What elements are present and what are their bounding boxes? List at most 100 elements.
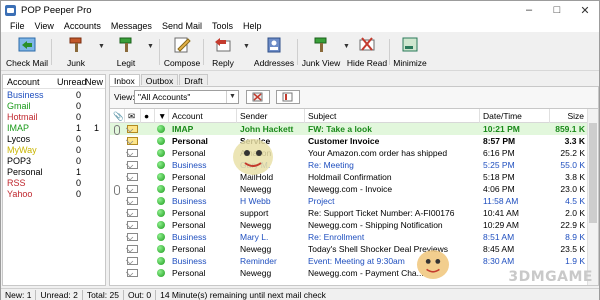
filter-edit-button[interactable] [276,90,300,104]
account-row[interactable]: Gmail 0 [3,100,105,111]
column-sender[interactable]: Sender [237,109,305,123]
message-subject: Project [308,196,335,206]
compose-button[interactable]: Compose [164,35,200,69]
message-sender: Reminder [240,256,277,266]
message-size: 22.9 K [560,220,585,230]
app-window: POP Peeper Pro – □ ✕ File View Accounts … [0,0,600,300]
message-subject: Your Amazon.com order has shipped [308,148,448,158]
message-date: 6:16 PM [483,148,515,158]
minimize-window-icon[interactable]: – [515,1,543,19]
legit-label: Legit [116,58,136,68]
message-date: 8:57 PM [483,136,516,146]
junk-view-label: Junk View [301,58,341,68]
envelope-icon [127,149,138,157]
account-row[interactable]: IMAP 1 1 [3,122,105,133]
menu-send-mail[interactable]: Send Mail [157,21,207,31]
message-row[interactable]: Personal support Re: Support Ticket Number… [110,207,588,219]
message-account: Business [172,256,207,266]
menu-file[interactable]: File [5,21,30,31]
maximize-window-icon[interactable]: □ [543,1,571,19]
envelope-icon [127,257,138,265]
message-size: 25.2 K [560,148,585,158]
attachment-column-icon[interactable]: 📎 [110,109,125,123]
account-row[interactable]: Business 0 [3,89,105,100]
hide-read-label: Hide Read [346,58,388,68]
column-subject[interactable]: Subject [305,109,480,123]
message-sender: Mary L. [240,232,269,242]
close-window-icon[interactable]: ✕ [571,1,599,19]
hide-read-icon [359,37,375,51]
junk-button[interactable]: Junk [63,35,89,69]
message-row[interactable]: Business Reminder Event: Meeting at 9:30am… [110,255,588,267]
message-size: 1.9 K [565,256,585,266]
account-row[interactable]: RSS 0 [3,177,105,188]
accounts-header: Account Unread New [3,75,105,89]
message-row[interactable]: PersonalAmazonYour Amazon.com order has … [110,147,588,159]
message-row[interactable]: PersonalServiceCustomer Invoice8:57 PM3.… [110,135,588,147]
message-row[interactable]: IMAP John Hackett FW: Take a look 10:21 PM 8… [110,123,588,135]
message-list: 📎 ✉ ● ▼ Account Sender Subject Date/Time… [109,108,599,286]
message-size: 23.5 K [560,244,585,254]
legit-button[interactable]: Legit [113,35,139,69]
message-row[interactable]: Personal Newegg Newegg.com - Invoice 4:06 P… [110,183,588,195]
message-row[interactable]: Personal Newegg Newegg.com - Shipping Noti… [110,219,588,231]
account-row[interactable]: Yahoo 0 [3,188,105,199]
menu-bar: File View Accounts Messages Send Mail To… [1,19,599,32]
account-row[interactable]: Lycos 0 [3,133,105,144]
tab-outbox[interactable]: Outbox [140,74,179,86]
account-name: RSS [7,177,26,188]
account-unread: 0 [75,177,81,188]
account-row[interactable]: POP3 0 [3,155,105,166]
column-size[interactable]: Size [550,109,588,123]
read-status-column-icon[interactable]: ✉ [125,109,141,123]
hide-read-button[interactable]: Hide Read [346,35,388,69]
column-date-time[interactable]: Date/Time [480,109,550,123]
message-subject: Newegg.com - Invoice [308,184,393,194]
account-row[interactable]: Hotmail 0 [3,111,105,122]
accounts-header-new[interactable]: New [85,77,103,87]
scrollbar-thumb[interactable] [589,123,597,223]
filter-clear-button[interactable] [246,90,270,104]
message-row[interactable]: BusinessGary M.Re: Meeting5:25 PM55.0 K [110,159,588,171]
message-sender: Newegg [240,268,272,278]
message-date: 4:06 PM [483,184,515,194]
menu-view[interactable]: View [30,21,59,31]
reply-dropdown-icon[interactable]: ▼ [243,43,250,50]
envelope-icon [127,125,138,133]
menu-messages[interactable]: Messages [106,21,157,31]
check-mail-button[interactable]: Check Mail [6,35,48,69]
junk-dropdown-icon[interactable]: ▼ [98,43,105,50]
view-select[interactable]: "All Accounts" ▼ [134,90,239,104]
status-dot-icon [157,149,165,157]
watermark-mascot-icon [417,250,449,279]
view-bar: View: "All Accounts" ▼ [109,86,599,108]
envelope-icon [127,209,138,217]
accounts-header-unread[interactable]: Unread [57,77,87,87]
person-column-icon[interactable]: ● [141,109,155,123]
reply-button[interactable]: Reply [211,35,235,69]
message-row[interactable]: Business Mary L. Re: Enrollment 8:51 AM 8.9 … [110,231,588,243]
junk-view-button[interactable]: Junk View [301,35,341,69]
column-account[interactable]: Account [169,109,237,123]
account-unread: 0 [75,144,81,155]
menu-tools[interactable]: Tools [207,21,238,31]
account-unread: 0 [75,155,81,166]
account-name: Business [7,89,44,100]
filter-column-icon[interactable]: ▼ [155,109,169,123]
minimize-button[interactable]: Minimize [393,35,427,69]
message-row[interactable]: Personal MailHold Holdmail Confirmation 5:1… [110,171,588,183]
envelope-icon [127,221,138,229]
menu-help[interactable]: Help [238,21,267,31]
message-row[interactable]: Personal Newegg Today's Shell Shocker Deal… [110,243,588,255]
menu-accounts[interactable]: Accounts [59,21,106,31]
addresses-button[interactable]: Addresses [254,35,294,69]
accounts-header-account[interactable]: Account [3,77,57,87]
account-row[interactable]: Personal 1 [3,166,105,177]
account-row[interactable]: MyWay 0 [3,144,105,155]
tab-draft[interactable]: Draft [179,74,208,86]
tab-inbox[interactable]: Inbox [109,74,140,86]
account-new: 1 [93,122,99,133]
legit-dropdown-icon[interactable]: ▼ [147,43,154,50]
message-list-scrollbar[interactable] [587,109,598,285]
message-row[interactable]: Business H Webb Project 11:58 AM 4.5 K [110,195,588,207]
